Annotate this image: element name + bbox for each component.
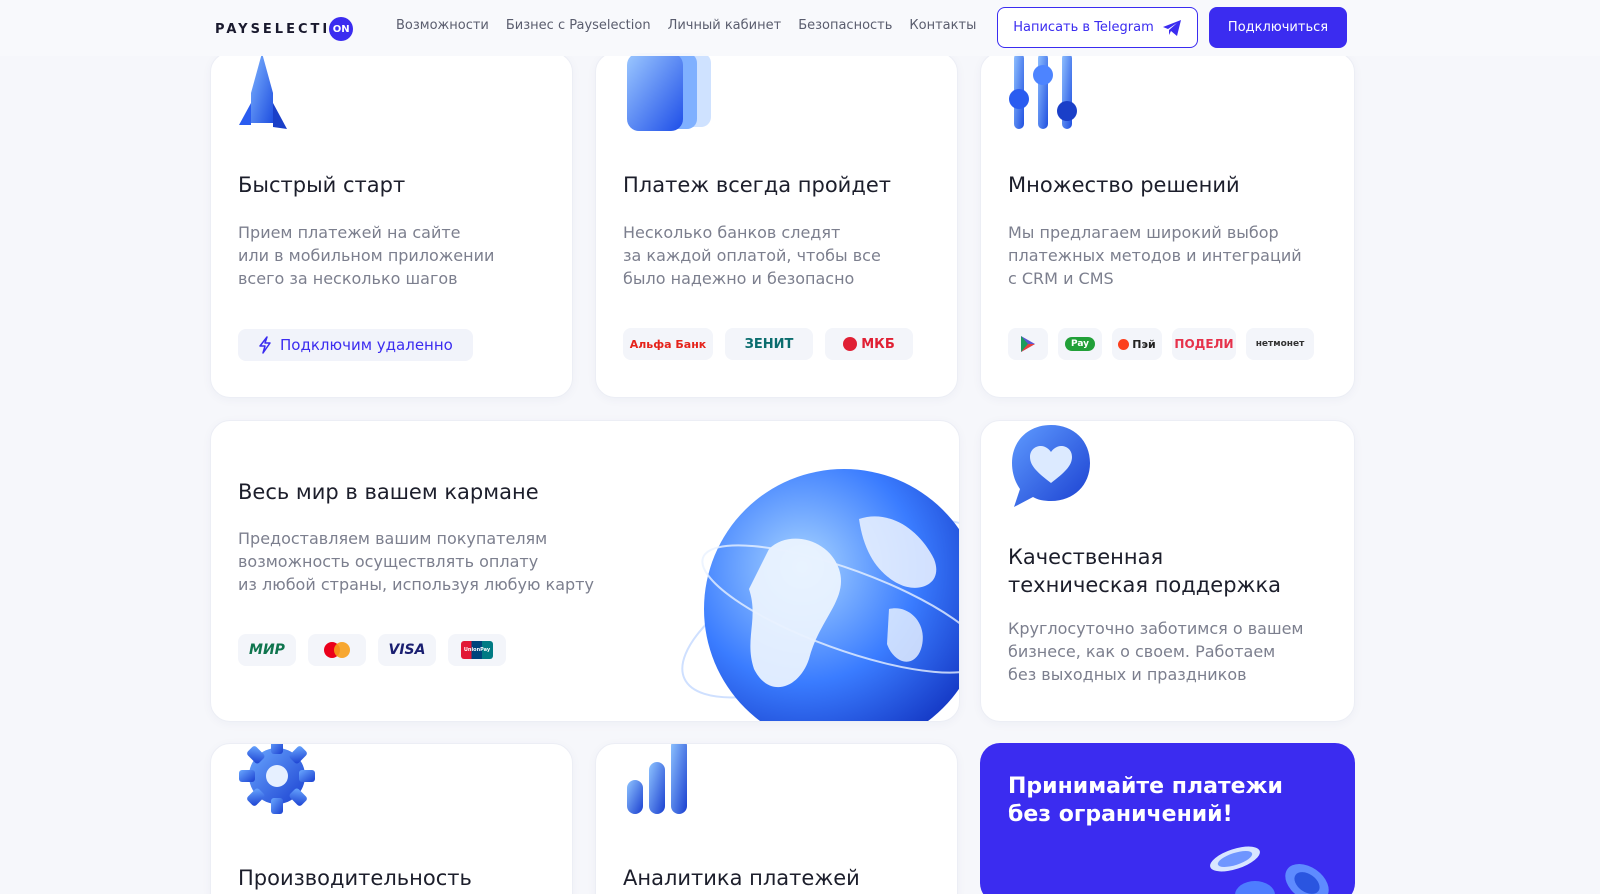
connect-button[interactable]: Подключиться <box>1209 7 1347 48</box>
remote-connect-button[interactable]: Подключим удаленно <box>238 329 473 361</box>
card-line-1: Мы предлагаем широкий выбор <box>1008 223 1279 242</box>
bank-logos: Альфа Банк ЗЕНИТ МКБ <box>623 328 913 360</box>
card-title: Множество решений <box>1008 173 1240 197</box>
card-line-1: Предоставляем вашим покупателям <box>238 529 548 548</box>
sbp-icon <box>1021 336 1035 352</box>
card-line-2: бизнесе, как о своем. Работаем <box>1008 642 1276 661</box>
card-line-2: возможность осуществлять оплату <box>238 552 539 571</box>
rocket-icon <box>239 53 287 129</box>
nav-item-contacts[interactable]: Контакты <box>909 18 976 33</box>
card-line-2: или в мобильном приложении <box>238 246 495 265</box>
card-title: Весь мир в вашем кармане <box>238 480 539 504</box>
card-support: Качественная техническая поддержка Кругл… <box>980 420 1355 722</box>
card-promo[interactable]: Принимайте платежи без ограничений! <box>980 743 1355 894</box>
brand-on-badge: ON <box>329 17 354 41</box>
brand-name: PAYSELECTI <box>215 21 331 37</box>
heart-chat-icon <box>1012 425 1090 507</box>
card-line-2: платежных методов и интеграций <box>1008 246 1302 265</box>
payment-method-logos: Pay Пэй ПОДЕЛИ нетмонет <box>1008 328 1314 360</box>
mir-logo: МИР <box>238 634 296 666</box>
coins-icon <box>1210 846 1329 894</box>
cards-stack-icon <box>627 53 711 131</box>
card-title-line-1: Качественная <box>1008 545 1164 569</box>
promo-title-line-2: без ограничений! <box>1008 802 1233 827</box>
card-line-3: всего за несколько шагов <box>238 269 458 288</box>
card-payment: Платеж всегда пройдет Несколько банков с… <box>595 52 958 398</box>
sbp-logo <box>1008 328 1048 360</box>
mkb-label: МКБ <box>861 336 895 352</box>
card-line-3: было надежно и безопасно <box>623 269 855 288</box>
card-title-line-2: техническая поддержка <box>1008 573 1282 597</box>
podeli-logo: ПОДЕЛИ <box>1172 328 1236 360</box>
mastercard-logo <box>308 634 366 666</box>
brand-logo[interactable]: PAYSELECTI ON <box>215 17 354 41</box>
bar-chart-icon <box>627 744 687 814</box>
card-line-3: без выходных и праздников <box>1008 665 1247 684</box>
card-solutions: Множество решений Мы предлагаем широкий … <box>980 52 1355 398</box>
card-line-2: за каждой оплатой, чтобы все <box>623 246 881 265</box>
globe-icon <box>681 469 959 721</box>
card-network-logos: МИР VISA UnionPay <box>238 634 506 666</box>
mastercard-icon <box>324 642 350 658</box>
yandex-pay-logo: Пэй <box>1112 328 1162 360</box>
telegram-button-label: Написать в Telegram <box>1013 20 1154 35</box>
bank-mkb: МКБ <box>825 328 913 360</box>
sberpay-logo: Pay <box>1058 328 1102 360</box>
page: PAYSELECTI ON Возможности Бизнес с Payse… <box>0 0 1600 894</box>
lightning-icon <box>259 336 271 354</box>
card-fast-start: Быстрый старт Прием платежей на сайте ил… <box>210 52 573 398</box>
unionpay-badge: UnionPay <box>461 641 493 659</box>
telegram-plane-icon <box>1162 19 1181 36</box>
card-analytics: Аналитика платежей <box>595 743 958 894</box>
card-line-3: из любой страны, используя любую карту <box>238 575 594 594</box>
main-nav: Возможности Бизнес с Payselection Личный… <box>396 18 976 33</box>
telegram-button[interactable]: Написать в Telegram <box>997 7 1198 48</box>
card-world: Весь мир в вашем кармане Предоставляем в… <box>210 420 960 722</box>
yandex-dot-icon <box>1118 338 1130 350</box>
nav-item-security[interactable]: Безопасность <box>798 18 892 33</box>
yandex-pay-label: Пэй <box>1132 337 1156 351</box>
card-title: Быстрый старт <box>238 173 406 197</box>
bank-zenit: ЗЕНИТ <box>725 328 813 360</box>
netmonet-logo: нетмонет <box>1246 328 1314 360</box>
sberpay-pill: Pay <box>1064 337 1096 351</box>
gear-icon <box>239 744 315 814</box>
card-title: Платеж всегда пройдет <box>623 173 891 197</box>
card-line-1: Круглосуточно заботимся о вашем <box>1008 619 1304 638</box>
card-line-3: с CRM и CMS <box>1008 269 1114 288</box>
visa-logo: VISA <box>378 634 436 666</box>
card-performance: Производительность <box>210 743 573 894</box>
card-title: Аналитика платежей <box>623 866 860 890</box>
nav-item-business[interactable]: Бизнес с Payselection <box>506 18 651 33</box>
promo-title-line-1: Принимайте платежи <box>1008 774 1283 799</box>
card-line-1: Несколько банков следят <box>623 223 841 242</box>
unionpay-logo: UnionPay <box>448 634 506 666</box>
mkb-logo-icon <box>843 337 858 351</box>
nav-item-account[interactable]: Личный кабинет <box>668 18 782 33</box>
bank-alfa: Альфа Банк <box>623 328 713 360</box>
card-title: Производительность <box>238 866 472 890</box>
nav-item-features[interactable]: Возможности <box>396 18 489 33</box>
sliders-icon <box>1009 53 1077 129</box>
card-line-1: Прием платежей на сайте <box>238 223 461 242</box>
site-header: PAYSELECTI ON Возможности Бизнес с Payse… <box>0 0 1600 56</box>
remote-connect-label: Подключим удаленно <box>280 336 453 354</box>
